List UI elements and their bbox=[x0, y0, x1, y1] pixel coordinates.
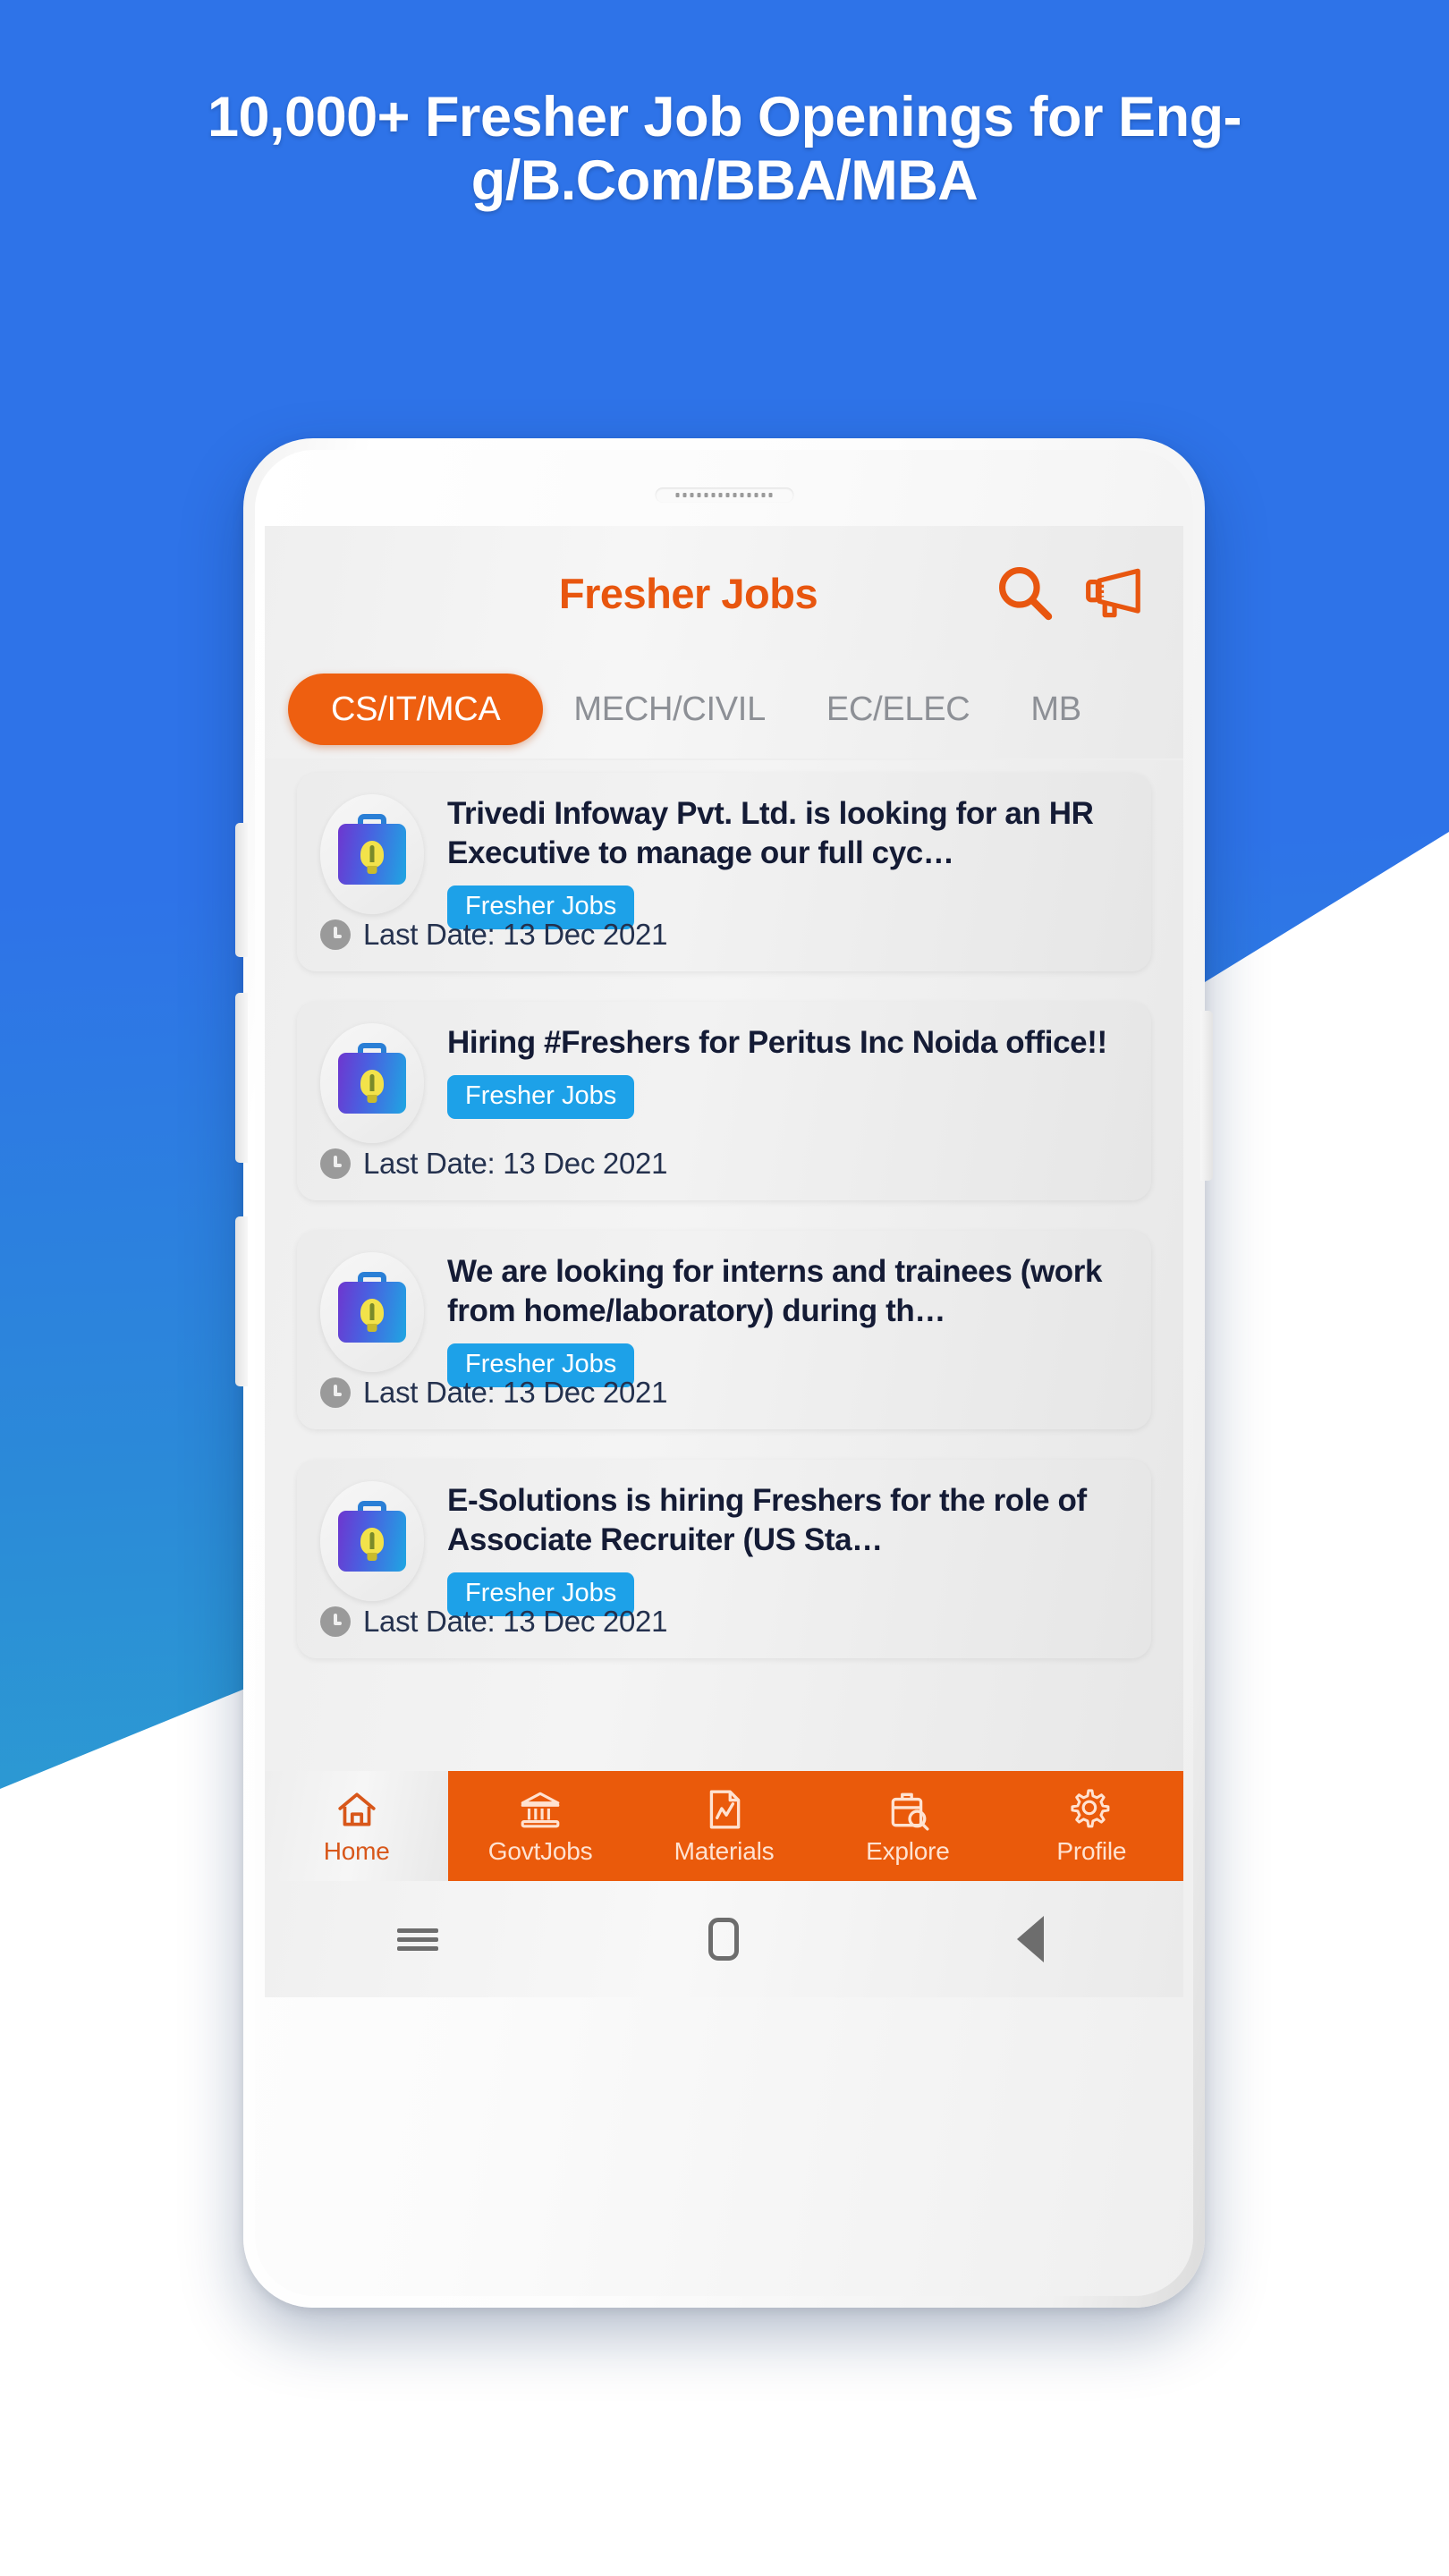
page-title: Fresher Jobs bbox=[558, 569, 818, 617]
home-icon bbox=[335, 1787, 379, 1832]
avatar bbox=[320, 1252, 424, 1372]
job-title: E-Solutions is hiring Freshers for the r… bbox=[447, 1483, 1087, 1558]
category-tabs[interactable]: CS/IT/MCA MECH/CIVIL EC/ELEC MB bbox=[265, 660, 1183, 758]
promo-headline-line2: g/B.Com/BBA/MBA bbox=[470, 148, 979, 212]
avatar bbox=[320, 794, 424, 914]
nav-label-home: Home bbox=[323, 1836, 390, 1865]
tab-cs-it-mca[interactable]: CS/IT/MCA bbox=[288, 674, 544, 745]
nav-label-profile: Profile bbox=[1056, 1836, 1127, 1865]
gear-icon bbox=[1069, 1787, 1114, 1832]
bottom-navigation[interactable]: Home GovtJobs Materials Explore Profile bbox=[265, 1771, 1183, 1881]
job-title: We are looking for interns and trainees … bbox=[447, 1254, 1103, 1329]
job-card[interactable]: E-Solutions is hiring Freshers for the r… bbox=[297, 1460, 1151, 1658]
promo-headline-line1: 10,000+ Fresher Job Openings for Eng- bbox=[207, 86, 1242, 148]
nav-label-govtjobs: GovtJobs bbox=[487, 1836, 593, 1865]
avatar bbox=[320, 1023, 424, 1143]
avatar bbox=[320, 1481, 424, 1601]
job-last-date-text: Last Date: 13 Dec 2021 bbox=[363, 1376, 668, 1409]
job-card[interactable]: We are looking for interns and trainees … bbox=[297, 1231, 1151, 1429]
recents-icon[interactable] bbox=[393, 1914, 443, 1964]
tab-mba[interactable]: MB bbox=[1000, 691, 1111, 729]
job-card[interactable]: Hiring #Freshers for Peritus Inc Noida o… bbox=[297, 1002, 1151, 1200]
job-title: Hiring #Freshers for Peritus Inc Noida o… bbox=[447, 1025, 1107, 1060]
phone-side-key-volume-up[interactable] bbox=[235, 993, 248, 1163]
tab-ec-elec[interactable]: EC/ELEC bbox=[796, 691, 1001, 729]
job-last-date-text: Last Date: 13 Dec 2021 bbox=[363, 1605, 668, 1638]
briefcase-bulb-icon bbox=[338, 1272, 406, 1343]
job-title: Trivedi Infoway Pvt. Ltd. is looking for… bbox=[447, 796, 1094, 871]
nav-item-profile[interactable]: Profile bbox=[1000, 1771, 1183, 1881]
clock-icon bbox=[320, 1148, 351, 1179]
phone-side-key-volume-down[interactable] bbox=[235, 1216, 248, 1386]
job-last-date: Last Date: 13 Dec 2021 bbox=[320, 1147, 667, 1181]
search-icon[interactable] bbox=[992, 560, 1058, 626]
nav-item-materials[interactable]: Materials bbox=[632, 1771, 816, 1881]
nav-item-govtjobs[interactable]: GovtJobs bbox=[448, 1771, 631, 1881]
document-chart-icon bbox=[702, 1787, 747, 1832]
phone-side-key-power[interactable] bbox=[1200, 1011, 1213, 1181]
phone-screen: Fresher Jobs CS/IT/MCA MECH/CIVIL EC/ELE… bbox=[265, 526, 1183, 1881]
job-last-date-text: Last Date: 13 Dec 2021 bbox=[363, 1147, 668, 1180]
status-badge: Fresher Jobs bbox=[447, 1075, 635, 1120]
clock-icon bbox=[320, 919, 351, 950]
job-card[interactable]: Trivedi Infoway Pvt. Ltd. is looking for… bbox=[297, 773, 1151, 971]
promo-headline: 10,000+ Fresher Job Openings for Eng- g/… bbox=[0, 86, 1449, 212]
phone-mockup: Fresher Jobs CS/IT/MCA MECH/CIVIL EC/ELE… bbox=[235, 438, 1213, 2308]
bank-icon bbox=[518, 1787, 563, 1832]
job-last-date: Last Date: 13 Dec 2021 bbox=[320, 1605, 667, 1639]
nav-item-explore[interactable]: Explore bbox=[816, 1771, 999, 1881]
briefcase-bulb-icon bbox=[338, 814, 406, 885]
nav-label-explore: Explore bbox=[866, 1836, 950, 1865]
job-last-date: Last Date: 13 Dec 2021 bbox=[320, 918, 667, 952]
job-last-date-text: Last Date: 13 Dec 2021 bbox=[363, 918, 668, 951]
nav-item-home[interactable]: Home bbox=[265, 1771, 449, 1881]
job-last-date: Last Date: 13 Dec 2021 bbox=[320, 1376, 667, 1410]
earpiece-speaker-grille bbox=[655, 487, 793, 503]
megaphone-icon[interactable] bbox=[1081, 560, 1148, 626]
phone-body: Fresher Jobs CS/IT/MCA MECH/CIVIL EC/ELE… bbox=[235, 438, 1213, 2308]
briefcase-bulb-icon bbox=[338, 1501, 406, 1572]
tab-mech-civil[interactable]: MECH/CIVIL bbox=[543, 691, 795, 729]
phone-side-key-bixby[interactable] bbox=[235, 823, 248, 957]
clock-icon bbox=[320, 1606, 351, 1637]
briefcase-search-icon bbox=[886, 1787, 930, 1832]
android-system-navigation[interactable] bbox=[265, 1881, 1183, 1997]
back-triangle-icon[interactable] bbox=[1005, 1914, 1055, 1964]
briefcase-bulb-icon bbox=[338, 1043, 406, 1114]
home-square-icon[interactable] bbox=[699, 1914, 749, 1964]
clock-icon bbox=[320, 1377, 351, 1408]
app-header: Fresher Jobs bbox=[265, 526, 1183, 660]
job-list[interactable]: Trivedi Infoway Pvt. Ltd. is looking for… bbox=[265, 760, 1183, 1771]
nav-label-materials: Materials bbox=[674, 1836, 775, 1865]
